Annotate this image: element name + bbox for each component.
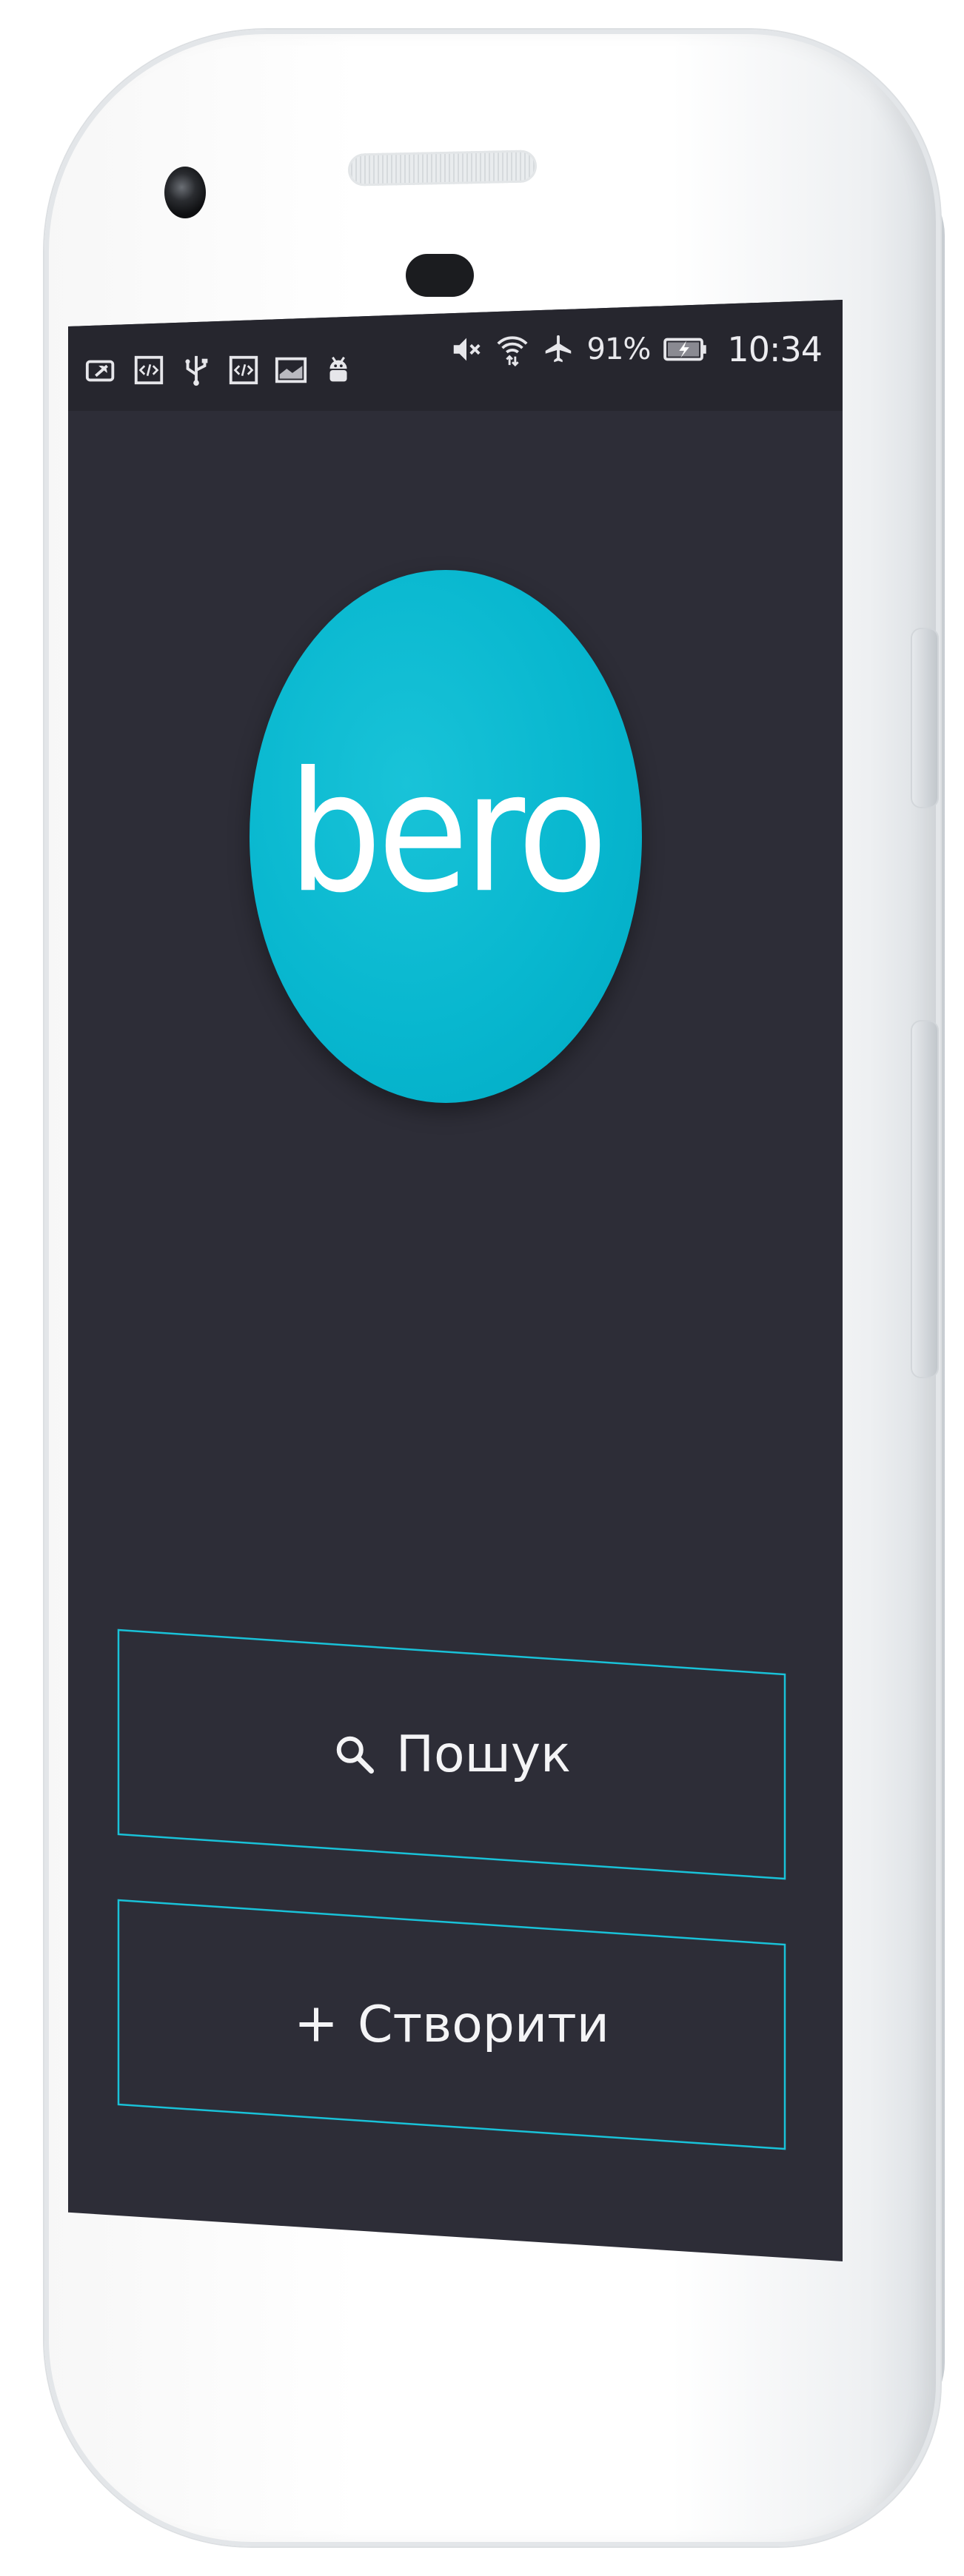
usb-icon xyxy=(179,353,213,387)
battery-saver-icon xyxy=(84,353,118,387)
status-clock: 10:34 xyxy=(727,329,823,369)
create-button-label: Створити xyxy=(358,1995,609,2054)
search-icon xyxy=(332,1732,377,1777)
earpiece-speaker xyxy=(348,150,537,187)
app-screen: 91% 10:34 bero Пошук Створити xyxy=(68,300,843,2261)
app-logo: bero xyxy=(250,570,642,1103)
search-button-content: Пошук xyxy=(117,1629,786,1880)
airplane-mode-icon xyxy=(541,332,575,366)
mute-icon xyxy=(449,332,483,366)
device-mockup: 91% 10:34 bero Пошук Створити xyxy=(0,0,964,2576)
search-button-label: Пошук xyxy=(395,1725,572,1784)
notification-icons xyxy=(84,353,355,387)
search-button[interactable]: Пошук xyxy=(117,1629,786,1880)
create-button[interactable]: Створити xyxy=(117,1899,786,2150)
android-debug-icon xyxy=(321,353,355,387)
screenshot-icon xyxy=(274,353,308,387)
wifi-icon xyxy=(495,332,529,366)
front-camera xyxy=(164,167,206,218)
battery-percentage: 91% xyxy=(586,332,652,366)
plus-icon xyxy=(294,2002,338,2047)
create-button-content: Створити xyxy=(117,1899,786,2150)
power-button xyxy=(912,629,937,807)
system-status-icons: 91% 10:34 xyxy=(449,329,823,369)
logo-text: bero xyxy=(287,736,608,930)
proximity-sensor xyxy=(406,254,474,297)
developer-code-icon xyxy=(132,353,166,387)
volume-button xyxy=(912,1022,937,1377)
battery-charging-icon xyxy=(662,332,708,366)
developer-code-icon xyxy=(227,353,261,387)
